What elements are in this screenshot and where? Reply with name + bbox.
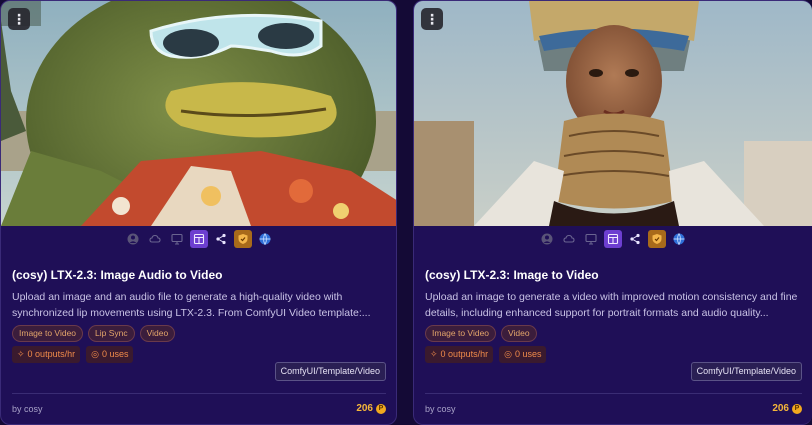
tag-chip[interactable]: Image to Video bbox=[12, 325, 84, 342]
frog-sunglasses-image bbox=[1, 1, 396, 226]
card-description: Upload an image and an audio file to gen… bbox=[12, 291, 371, 319]
workflow-card[interactable]: ⋮ (cosy) LTX-2.3: Image to Video Upload … bbox=[413, 0, 812, 425]
share-icon[interactable] bbox=[626, 230, 644, 248]
card-divider bbox=[12, 393, 386, 394]
uses-stat-value: 0 uses bbox=[101, 349, 129, 359]
card-title[interactable]: (cosy) LTX-2.3: Image Audio to Video bbox=[12, 268, 386, 282]
workflow-card[interactable]: ⋮ (cosy) LTX-2.3: Image Audio to Video U… bbox=[0, 0, 397, 425]
target-icon: ◎ bbox=[91, 349, 99, 359]
uses-stat: ◎ 0 uses bbox=[86, 346, 134, 363]
card-tags: Image to Video Video bbox=[425, 325, 537, 342]
tag-chip[interactable]: Video bbox=[139, 325, 176, 342]
shield-icon[interactable] bbox=[233, 230, 252, 248]
card-stats: ✧ 0 outputs/hr ◎ 0 uses bbox=[12, 346, 134, 363]
user-icon[interactable] bbox=[124, 230, 142, 248]
share-icon[interactable] bbox=[212, 230, 230, 248]
card-icon-toolbar bbox=[1, 230, 396, 248]
template-icon[interactable] bbox=[189, 230, 208, 248]
template-icon[interactable] bbox=[604, 230, 622, 248]
card-tags: Image to Video Lip Sync Video bbox=[12, 325, 176, 342]
globe-icon[interactable] bbox=[256, 230, 274, 248]
cloud-icon[interactable] bbox=[146, 230, 164, 248]
card-title[interactable]: (cosy) LTX-2.3: Image to Video bbox=[425, 268, 802, 282]
price-value: 206 bbox=[772, 403, 789, 414]
outputs-stat: ✧ 0 outputs/hr bbox=[425, 346, 494, 363]
outputs-stat: ✧ 0 outputs/hr bbox=[12, 346, 81, 363]
source-badge[interactable]: ComfyUI/Template/Video bbox=[690, 362, 802, 381]
card-divider bbox=[425, 393, 802, 394]
card-description: Upload an image to generate a video with… bbox=[425, 291, 798, 319]
woman-headdress-image bbox=[414, 1, 812, 226]
author-label[interactable]: by cosy bbox=[425, 404, 456, 414]
card-icon-toolbar bbox=[414, 230, 812, 248]
source-badge[interactable]: ComfyUI/Template/Video bbox=[274, 362, 386, 381]
price-label: 206 P bbox=[356, 403, 386, 414]
shield-icon[interactable] bbox=[648, 230, 666, 248]
sparkle-icon: ✧ bbox=[430, 349, 438, 359]
card-thumbnail[interactable]: ⋮ bbox=[414, 1, 812, 226]
sparkle-icon: ✧ bbox=[17, 349, 25, 359]
card-thumbnail[interactable]: ⋮ bbox=[1, 1, 396, 226]
cloud-icon[interactable] bbox=[560, 230, 578, 248]
coin-icon: P bbox=[792, 403, 802, 414]
price-label: 206 P bbox=[772, 403, 802, 414]
tag-chip[interactable]: Image to Video bbox=[425, 325, 497, 342]
card-stats: ✧ 0 outputs/hr ◎ 0 uses bbox=[425, 346, 547, 363]
author-label[interactable]: by cosy bbox=[12, 404, 43, 414]
tag-chip[interactable]: Video bbox=[501, 325, 537, 342]
uses-stat: ◎ 0 uses bbox=[499, 346, 547, 363]
more-vertical-icon[interactable]: ⋮ bbox=[8, 8, 30, 30]
coin-icon: P bbox=[376, 403, 386, 414]
price-value: 206 bbox=[356, 403, 373, 414]
user-icon[interactable] bbox=[538, 230, 556, 248]
outputs-stat-value: 0 outputs/hr bbox=[440, 349, 489, 359]
globe-icon[interactable] bbox=[670, 230, 688, 248]
target-icon: ◎ bbox=[504, 349, 512, 359]
monitor-icon[interactable] bbox=[168, 230, 186, 248]
tag-chip[interactable]: Lip Sync bbox=[88, 325, 135, 342]
outputs-stat-value: 0 outputs/hr bbox=[27, 349, 76, 359]
more-vertical-icon[interactable]: ⋮ bbox=[421, 8, 443, 30]
uses-stat-value: 0 uses bbox=[514, 349, 542, 359]
monitor-icon[interactable] bbox=[582, 230, 600, 248]
